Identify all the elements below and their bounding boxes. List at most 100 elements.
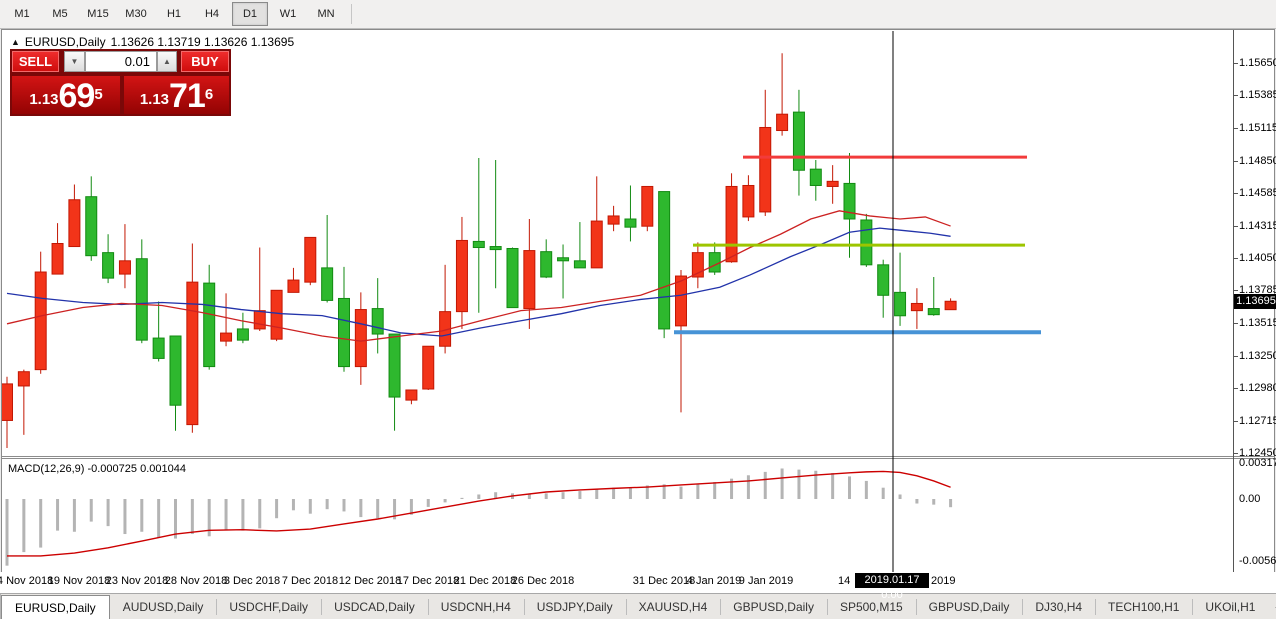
buy-price-panel[interactable]: 1.13 71 6 xyxy=(124,76,229,114)
chart-tab-usdcnh-h4[interactable]: USDCNH,H4 xyxy=(428,594,524,619)
price-axis-tick xyxy=(1233,323,1238,324)
candle-body xyxy=(254,311,265,329)
macd-axis-label: -0.005667 xyxy=(1239,555,1276,567)
timeframe-button-m30[interactable]: M30 xyxy=(118,2,154,26)
time-axis[interactable]: 2019.01.17 0:00 14 Nov 201819 Nov 201823… xyxy=(0,572,1276,593)
sell-price-pip: 5 xyxy=(94,76,102,114)
price-axis-tick xyxy=(1233,63,1238,64)
chart-tab-bar: EURUSD,DailyAUDUSD,DailyUSDCHF,DailyUSDC… xyxy=(0,593,1276,619)
macd-histogram-bar xyxy=(241,499,244,531)
volume-increase-button[interactable]: ▲ xyxy=(157,51,177,72)
chart-tab-usdcad-daily[interactable]: USDCAD,Daily xyxy=(321,594,428,619)
candle-body xyxy=(709,253,720,272)
macd-histogram-bar xyxy=(629,488,632,499)
macd-histogram-bar xyxy=(595,489,598,499)
candle-body xyxy=(2,384,13,421)
macd-histogram-bar xyxy=(107,499,110,526)
candle-body xyxy=(878,265,889,295)
timeframe-button-mn[interactable]: MN xyxy=(308,2,344,26)
timeframe-button-m5[interactable]: M5 xyxy=(42,2,78,26)
candle-body xyxy=(271,290,282,339)
candle-body xyxy=(490,247,501,250)
candle-body xyxy=(541,252,552,277)
chart-tab-eurusd-daily[interactable]: EURUSD,Daily xyxy=(1,595,110,619)
one-click-collapse-icon[interactable]: ▲ xyxy=(11,37,20,47)
macd-histogram-bar xyxy=(578,491,581,499)
macd-histogram-bar xyxy=(427,499,430,507)
macd-histogram-bar xyxy=(545,493,548,499)
macd-histogram-bar xyxy=(612,488,615,499)
macd-histogram-bar xyxy=(477,494,480,499)
macd-histogram-bar xyxy=(932,499,935,505)
timeframe-button-h1[interactable]: H1 xyxy=(156,2,192,26)
time-axis-label: 9 Jan 2019 xyxy=(739,575,793,587)
candle-body xyxy=(153,338,164,358)
macd-histogram-bar xyxy=(949,499,952,507)
macd-histogram-bar xyxy=(747,475,750,499)
chart-tab-tech100-h1[interactable]: TECH100,H1 xyxy=(1095,594,1192,619)
candle-body xyxy=(507,248,518,307)
macd-histogram-bar xyxy=(899,494,902,499)
time-axis-label: 4 Jan 2019 xyxy=(687,575,741,587)
price-axis-label: 1.14585 xyxy=(1239,187,1276,199)
candle-body xyxy=(456,240,467,311)
chart-tab-ukoil-h1[interactable]: UKOil,H1 xyxy=(1192,594,1268,619)
sell-button[interactable]: SELL xyxy=(12,51,59,72)
chart-tab-dj30-h4[interactable]: DJ30,H4 xyxy=(1022,594,1095,619)
candle-body xyxy=(810,169,821,185)
price-axis-label: 1.13250 xyxy=(1239,350,1276,362)
macd-histogram-bar xyxy=(73,499,76,532)
sell-price-big: 69 xyxy=(59,81,95,111)
macd-histogram-bar xyxy=(865,481,868,499)
timeframe-button-m15[interactable]: M15 xyxy=(80,2,116,26)
timeframe-button-w1[interactable]: W1 xyxy=(270,2,306,26)
chart-tab-gbpusd-daily[interactable]: GBPUSD,Daily xyxy=(916,594,1023,619)
macd-histogram-bar xyxy=(915,499,918,504)
chart-tab-audusd-daily[interactable]: AUDUSD,Daily xyxy=(110,594,217,619)
candle-body xyxy=(69,200,80,247)
price-axis-tick xyxy=(1233,95,1238,96)
tabs-scroll-left-icon[interactable]: ◄ xyxy=(1268,594,1276,619)
toolbar-separator xyxy=(351,4,352,24)
candle-body xyxy=(18,372,29,386)
chart-tab-usdchf-daily[interactable]: USDCHF,Daily xyxy=(216,594,321,619)
price-axis-tick xyxy=(1233,290,1238,291)
volume-input[interactable] xyxy=(85,51,157,72)
buy-button[interactable]: BUY xyxy=(181,51,229,72)
chart-tab-gbpusd-daily[interactable]: GBPUSD,Daily xyxy=(720,594,827,619)
timeframe-button-h4[interactable]: H4 xyxy=(194,2,230,26)
macd-histogram-bar xyxy=(22,499,25,552)
macd-histogram-bar xyxy=(376,499,379,518)
macd-histogram-bar xyxy=(140,499,143,532)
price-axis-label: 1.13515 xyxy=(1239,317,1276,329)
candle-body xyxy=(355,310,366,367)
timeframe-button-m1[interactable]: M1 xyxy=(4,2,40,26)
volume-decrease-button[interactable]: ▼ xyxy=(64,51,85,72)
candle-body xyxy=(726,186,737,261)
candle-body xyxy=(322,268,333,301)
time-axis-label: 21 Dec 2018 xyxy=(454,575,516,587)
price-axis-label: 1.14315 xyxy=(1239,220,1276,232)
timeframe-button-d1[interactable]: D1 xyxy=(232,2,268,26)
candle-body xyxy=(170,336,181,405)
price-axis-tick xyxy=(1233,388,1238,389)
macd-histogram-bar xyxy=(562,492,565,499)
price-axis-label: 1.12980 xyxy=(1239,382,1276,394)
candle-body xyxy=(119,261,130,274)
sell-price-panel[interactable]: 1.13 69 5 xyxy=(12,76,120,114)
macd-histogram-bar xyxy=(275,499,278,518)
current-price-tag: 1.13695 xyxy=(1234,294,1276,309)
chart-window[interactable]: ▲ EURUSD,Daily 1.13626 1.13719 1.13626 1… xyxy=(1,29,1275,573)
price-axis-tick xyxy=(1233,161,1238,162)
candle-body xyxy=(288,280,299,292)
chart-tab-xauusd-h4[interactable]: XAUUSD,H4 xyxy=(626,594,721,619)
macd-signal-line xyxy=(7,471,951,556)
macd-histogram-bar xyxy=(174,499,177,539)
chart-tab-usdjpy-daily[interactable]: USDJPY,Daily xyxy=(524,594,626,619)
candle-body xyxy=(659,192,670,329)
macd-histogram-bar xyxy=(191,499,194,534)
candle-body xyxy=(204,283,215,366)
candle-body xyxy=(945,301,956,309)
macd-axis-label: 0.00 xyxy=(1239,493,1276,505)
macd-histogram-bar xyxy=(713,482,716,499)
